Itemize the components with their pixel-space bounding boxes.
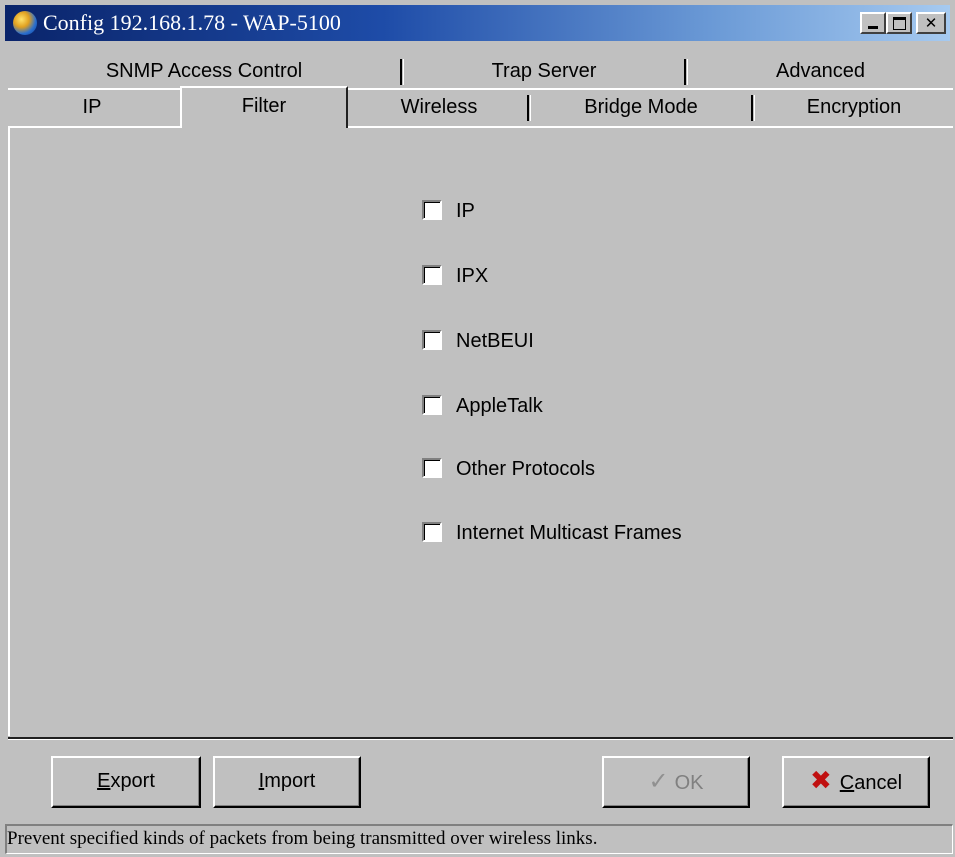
config-window: Config 192.168.1.78 - WAP-5100 ✕ SNMP Ac… <box>0 0 955 857</box>
minimize-button[interactable] <box>860 12 886 34</box>
button-area-divider-highlight <box>8 739 953 740</box>
checkbox-label: Other Protocols <box>456 458 595 480</box>
tab-label: SNMP Access Control <box>105 60 303 82</box>
checkbox-other-protocols[interactable] <box>422 458 442 478</box>
tab-divider <box>684 59 686 85</box>
title-bar[interactable]: Config 192.168.1.78 - WAP-5100 ✕ <box>5 5 950 41</box>
checkmark-icon: ✓ <box>648 767 669 795</box>
tab-label: IP <box>82 96 102 118</box>
checkbox-label: AppleTalk <box>456 395 543 417</box>
ok-button[interactable]: ✓ OK <box>602 756 750 808</box>
tab-advanced[interactable]: Advanced <box>688 56 953 86</box>
tab-divider <box>400 59 402 85</box>
export-mnemonic: E <box>97 770 111 792</box>
tab-label: Trap Server <box>491 60 597 82</box>
tab-label: Bridge Mode <box>584 96 698 118</box>
minimize-icon <box>868 26 878 29</box>
maximize-icon <box>893 17 906 30</box>
tab-label: Wireless <box>400 96 478 118</box>
tab-ip[interactable]: IP <box>8 92 176 122</box>
import-button[interactable]: Import <box>213 756 361 808</box>
tab-filter[interactable]: Filter <box>180 86 348 128</box>
app-globe-icon <box>13 11 37 35</box>
tab-divider <box>751 95 753 121</box>
checkbox-ip[interactable] <box>422 200 442 220</box>
tab-divider <box>527 95 529 121</box>
cancel-mnemonic: C <box>839 772 855 794</box>
tab-row-front: IP Wireless Bridge Mode Encryption <box>8 92 953 122</box>
ok-label: OK <box>674 772 704 794</box>
tab-trap-server[interactable]: Trap Server <box>404 56 684 86</box>
tab-encryption[interactable]: Encryption <box>755 92 953 122</box>
close-button[interactable]: ✕ <box>916 12 946 34</box>
checkbox-label: IP <box>456 200 475 222</box>
checkbox-label: IPX <box>456 265 489 287</box>
tab-bridge-mode[interactable]: Bridge Mode <box>531 92 751 122</box>
cancel-button[interactable]: ✖ Cancel <box>782 756 930 808</box>
import-label: mport <box>264 770 316 792</box>
checkbox-ipx[interactable] <box>422 265 442 285</box>
checkbox-label: Internet Multicast Frames <box>456 522 682 544</box>
tab-label: Filter <box>241 95 287 117</box>
close-icon: ✕ <box>924 14 938 32</box>
cancel-label: ancel <box>854 772 903 794</box>
tab-label: Encryption <box>806 96 902 118</box>
export-label: xport <box>110 770 155 792</box>
red-x-icon: ✖ <box>809 766 832 796</box>
status-bar: Prevent specified kinds of packets from … <box>5 824 953 854</box>
filter-panel <box>8 128 953 736</box>
checkbox-label: NetBEUI <box>456 330 534 352</box>
checkbox-appletalk[interactable] <box>422 395 442 415</box>
tab-label: Advanced <box>776 60 865 82</box>
tab-row-edge <box>8 88 953 90</box>
maximize-button[interactable] <box>886 12 912 34</box>
tab-wireless[interactable]: Wireless <box>350 92 528 122</box>
tab-snmp-access-control[interactable]: SNMP Access Control <box>8 56 400 86</box>
export-button[interactable]: Export <box>51 756 201 808</box>
window-title: Config 192.168.1.78 - WAP-5100 <box>43 10 341 35</box>
checkbox-netbeui[interactable] <box>422 330 442 350</box>
tab-row-back: SNMP Access Control Trap Server Advanced <box>8 56 953 86</box>
status-text: Prevent specified kinds of packets from … <box>7 828 598 849</box>
checkbox-internet-multicast-frames[interactable] <box>422 522 442 542</box>
